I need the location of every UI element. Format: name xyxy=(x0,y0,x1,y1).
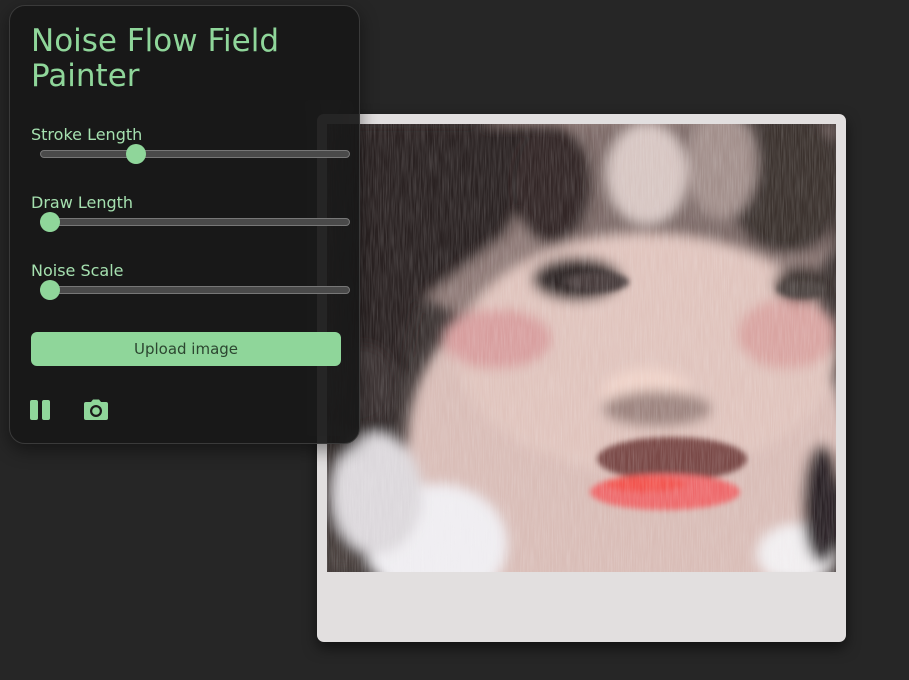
page-title: Noise Flow Field Painter xyxy=(31,23,280,94)
canvas-frame xyxy=(317,114,846,642)
camera-icon[interactable] xyxy=(82,396,110,424)
stroke-length-slider[interactable] xyxy=(40,144,350,164)
flow-field-painting xyxy=(327,124,836,572)
noise-scale-label: Noise Scale xyxy=(31,261,124,280)
stroke-length-thumb[interactable] xyxy=(126,144,147,164)
draw-length-label: Draw Length xyxy=(31,193,134,212)
draw-length-slider[interactable] xyxy=(40,212,350,232)
upload-image-button[interactable]: Upload image xyxy=(31,332,341,366)
draw-length-thumb[interactable] xyxy=(40,212,61,232)
stroke-length-label: Stroke Length xyxy=(31,125,143,144)
pause-icon[interactable] xyxy=(28,396,56,424)
painted-canvas[interactable] xyxy=(327,124,836,572)
control-panel: Noise Flow Field Painter Stroke Length D… xyxy=(9,5,360,444)
noise-scale-thumb[interactable] xyxy=(40,280,61,300)
noise-scale-slider[interactable] xyxy=(40,280,350,300)
